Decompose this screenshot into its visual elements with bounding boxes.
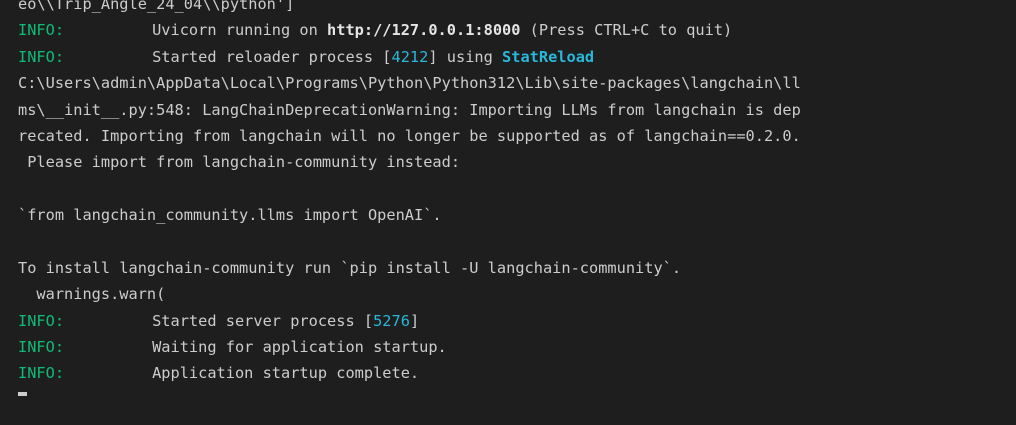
log-line-waiting: INFO: Waiting for application startup. bbox=[18, 334, 801, 360]
terminal-cursor[interactable] bbox=[18, 391, 27, 396]
log-level-tag: INFO: bbox=[18, 311, 65, 330]
server-url-link[interactable]: http://127.0.0.1:8000 bbox=[327, 21, 520, 39]
uvicorn-hint: (Press CTRL+C to quit) bbox=[520, 21, 733, 40]
reloader-text: Started reloader process [ bbox=[152, 47, 392, 66]
warning-text: recated. Importing from langchain will n… bbox=[18, 126, 801, 145]
warn-call-line: warnings.warn( bbox=[18, 281, 801, 307]
warning-line: ms\__init__.py:548: LangChainDeprecation… bbox=[18, 97, 801, 123]
warning-text: Please import from langchain-community i… bbox=[18, 153, 461, 172]
reloader-mid: ] using bbox=[428, 47, 503, 66]
install-text: To install langchain-community run `pip … bbox=[18, 258, 682, 277]
reloader-pid: 4212 bbox=[391, 47, 429, 66]
terminal-output[interactable]: eo\\Trip_Angle_24_04\\python'] INFO: Uvic… bbox=[0, 0, 1016, 425]
waiting-text: Waiting for application startup. bbox=[152, 338, 447, 357]
warning-text: C:\Users\admin\AppData\Local\Programs\Py… bbox=[18, 74, 801, 93]
log-level-tag: INFO: bbox=[18, 364, 65, 383]
log-line-reloader: INFO: Started reloader process [4212] usi… bbox=[18, 44, 801, 70]
warning-line: recated. Importing from langchain will n… bbox=[18, 123, 801, 149]
log-line-uvicorn: INFO: Uvicorn running on http://127.0.0.1… bbox=[18, 17, 801, 43]
cursor-line bbox=[18, 387, 801, 413]
reloader-tool: StatReload bbox=[502, 47, 595, 66]
server-close: ] bbox=[409, 311, 420, 330]
warning-line: Please import from langchain-community i… bbox=[18, 149, 801, 175]
terminal-lines: eo\\Trip_Angle_24_04\\python'] INFO: Uvic… bbox=[18, 0, 801, 413]
code-text: `from langchain_community.llms import Op… bbox=[18, 206, 442, 225]
log-level-tag: INFO: bbox=[18, 21, 65, 40]
log-level-tag: INFO: bbox=[18, 47, 65, 66]
warn-call-text: warnings.warn( bbox=[18, 285, 166, 304]
log-line-complete: INFO: Application startup complete. bbox=[18, 360, 801, 386]
server-text: Started server process [ bbox=[152, 311, 374, 330]
uvicorn-text: Uvicorn running on bbox=[152, 21, 328, 40]
path-text: eo\\Trip_Angle_24_04\\python'] bbox=[18, 0, 295, 13]
log-level-tag: INFO: bbox=[18, 338, 65, 357]
install-line: To install langchain-community run `pip … bbox=[18, 255, 801, 281]
output-line-path: eo\\Trip_Angle_24_04\\python'] bbox=[18, 0, 801, 17]
server-pid: 5276 bbox=[373, 311, 410, 330]
log-line-server: INFO: Started server process [5276] bbox=[18, 308, 801, 334]
code-line: `from langchain_community.llms import Op… bbox=[18, 202, 801, 228]
warning-line: C:\Users\admin\AppData\Local\Programs\Py… bbox=[18, 70, 801, 96]
warning-text: ms\__init__.py:548: LangChainDeprecation… bbox=[18, 100, 801, 119]
complete-text: Application startup complete. bbox=[152, 364, 420, 383]
